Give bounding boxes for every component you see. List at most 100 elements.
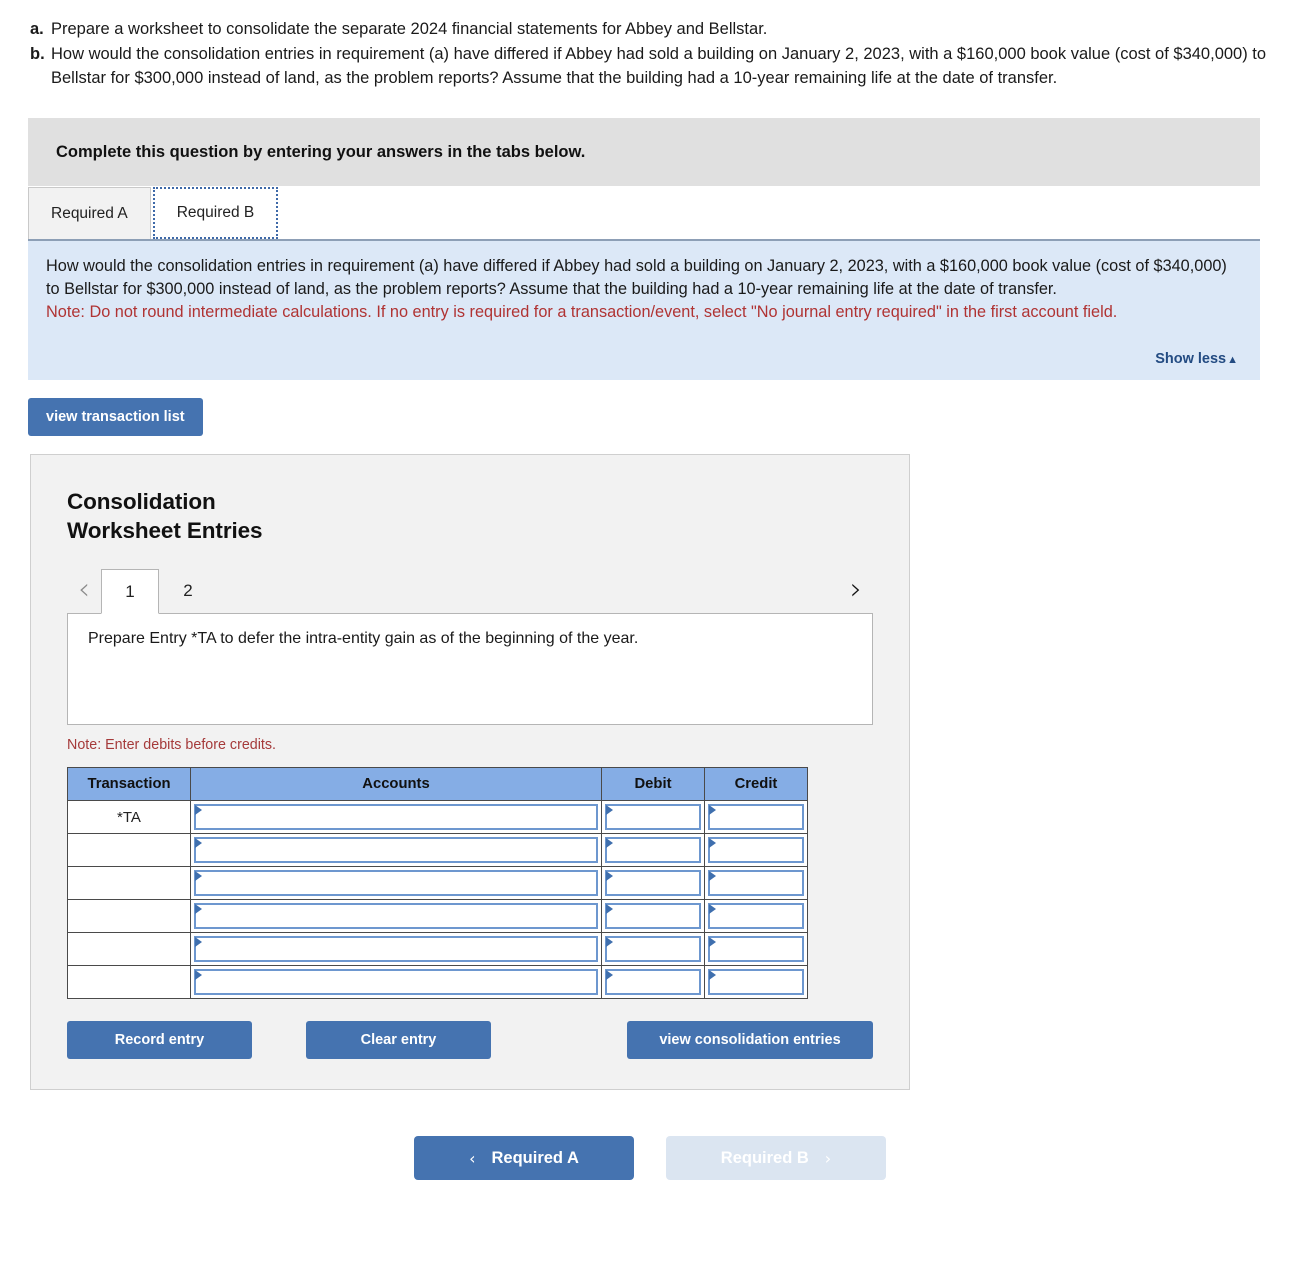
- tab-required-a-label: Required A: [51, 204, 128, 222]
- nav-previous-required-a-button[interactable]: ‹ Required A: [414, 1136, 634, 1181]
- nav-previous-label: Required A: [491, 1148, 579, 1167]
- cell-credit: [704, 899, 808, 934]
- debit-input-field[interactable]: [605, 969, 701, 996]
- bottom-navigation: ‹ Required A Required B ›: [0, 1136, 1300, 1181]
- cell-transaction: [67, 833, 191, 868]
- accounts-select-field[interactable]: [194, 870, 598, 897]
- tab-required-a[interactable]: Required A: [28, 187, 151, 240]
- required-tabstrip: Required A Required B: [28, 186, 1260, 240]
- table-row: [67, 932, 808, 967]
- debits-before-credits-note: Note: Enter debits before credits.: [67, 737, 277, 754]
- chevron-left-icon: ‹: [469, 1148, 476, 1168]
- nav-next-label: Required B: [720, 1148, 809, 1167]
- cell-credit: [704, 833, 808, 868]
- entry-page-tab-1-label: 1: [125, 581, 135, 601]
- stem-item-b: b. How would the consolidation entries i…: [30, 43, 1270, 90]
- credit-input-field[interactable]: [708, 936, 804, 963]
- cell-credit: [704, 800, 808, 835]
- cell-debit: [601, 965, 705, 1000]
- entry-pager: ‹ 1 2 ›: [67, 567, 873, 615]
- accounts-select-field[interactable]: [194, 969, 598, 996]
- cell-accounts: [190, 899, 602, 934]
- worksheet-title: Consolidation Worksheet Entries: [67, 487, 873, 546]
- worksheet-title-line1: Consolidation: [67, 488, 216, 514]
- accounts-select-field[interactable]: [194, 903, 598, 930]
- entry-description-text: Prepare Entry *TA to defer the intra-ent…: [88, 630, 639, 648]
- requirement-note-text: Note: Do not round intermediate calculat…: [46, 303, 1118, 322]
- debit-input-field[interactable]: [605, 936, 701, 963]
- column-header-debit: Debit: [601, 767, 705, 802]
- cell-accounts: [190, 965, 602, 1000]
- accounts-select-field[interactable]: [194, 804, 598, 831]
- debit-input-field[interactable]: [605, 903, 701, 930]
- view-consolidation-entries-button[interactable]: view consolidation entries: [627, 1021, 873, 1060]
- credit-input-field[interactable]: [708, 837, 804, 864]
- entry-action-buttons: Record entry Clear entry view consolidat…: [67, 1021, 873, 1060]
- accounts-select-field[interactable]: [194, 837, 598, 864]
- question-stem: a. Prepare a worksheet to consolidate th…: [0, 0, 1300, 90]
- credit-input-field[interactable]: [708, 870, 804, 897]
- view-transaction-list-button[interactable]: view transaction list: [28, 397, 203, 436]
- cell-accounts: [190, 932, 602, 967]
- cell-credit: [704, 866, 808, 901]
- record-entry-button[interactable]: Record entry: [67, 1021, 252, 1060]
- instruction-banner-text: Complete this question by entering your …: [56, 142, 586, 161]
- caret-up-icon: ▲: [1227, 353, 1238, 366]
- nav-next-required-b-button: Required B ›: [666, 1136, 886, 1181]
- cell-accounts: [190, 866, 602, 901]
- tab-required-b-label: Required B: [176, 204, 255, 222]
- journal-entry-table: Transaction Accounts Debit Credit *TA: [67, 767, 808, 1000]
- debit-input-field[interactable]: [605, 804, 701, 831]
- stem-letter-b: b.: [30, 45, 45, 64]
- cell-accounts: [190, 833, 602, 868]
- table-row: [67, 833, 808, 868]
- chevron-right-icon[interactable]: ›: [839, 575, 873, 613]
- tab-required-b[interactable]: Required B: [152, 187, 279, 240]
- entry-page-tab-1[interactable]: 1: [101, 569, 159, 615]
- credit-input-field[interactable]: [708, 804, 804, 831]
- column-header-accounts: Accounts: [190, 767, 602, 802]
- entry-page-tab-2-label: 2: [183, 580, 193, 600]
- column-header-transaction: Transaction: [67, 767, 191, 802]
- debit-input-field[interactable]: [605, 870, 701, 897]
- cell-debit: [601, 899, 705, 934]
- journal-header-row: Transaction Accounts Debit Credit: [67, 767, 808, 802]
- instruction-banner: Complete this question by entering your …: [28, 118, 1260, 187]
- stem-text-a: Prepare a worksheet to consolidate the s…: [51, 20, 768, 38]
- stem-letter-a: a.: [30, 20, 44, 38]
- chevron-right-icon: ›: [824, 1148, 832, 1168]
- cell-transaction: [67, 899, 191, 934]
- cell-transaction: [67, 932, 191, 967]
- cell-credit: [704, 965, 808, 1000]
- cell-debit: [601, 932, 705, 967]
- stem-item-a: a. Prepare a worksheet to consolidate th…: [30, 18, 1270, 41]
- worksheet-title-line2: Worksheet Entries: [67, 517, 263, 543]
- entry-page-tab-2[interactable]: 2: [159, 568, 217, 613]
- show-less-row: Show less▲: [46, 350, 1242, 368]
- credit-input-field[interactable]: [708, 903, 804, 930]
- cell-debit: [601, 833, 705, 868]
- clear-entry-button[interactable]: Clear entry: [306, 1021, 491, 1060]
- cell-accounts: [190, 800, 602, 835]
- cell-transaction: *TA: [67, 800, 191, 835]
- debit-input-field[interactable]: [605, 837, 701, 864]
- cell-debit: [601, 866, 705, 901]
- requirement-info-panel: How would the consolidation entries in r…: [28, 239, 1260, 380]
- accounts-select-field[interactable]: [194, 936, 598, 963]
- consolidation-worksheet-panel: Consolidation Worksheet Entries ‹ 1 2 › …: [30, 453, 910, 1091]
- chevron-left-icon[interactable]: ‹: [67, 575, 101, 613]
- requirement-question-text: How would the consolidation entries in r…: [46, 257, 1227, 298]
- table-row: [67, 965, 808, 1000]
- show-less-link[interactable]: Show less▲: [1155, 351, 1238, 367]
- table-row: [67, 866, 808, 901]
- table-row: [67, 899, 808, 934]
- cell-credit: [704, 932, 808, 967]
- column-header-credit: Credit: [704, 767, 808, 802]
- cell-debit: [601, 800, 705, 835]
- cell-transaction: [67, 866, 191, 901]
- show-less-label: Show less: [1155, 350, 1227, 367]
- entry-description-box: Prepare Entry *TA to defer the intra-ent…: [67, 613, 873, 726]
- credit-input-field[interactable]: [708, 969, 804, 996]
- table-row: *TA: [67, 800, 808, 835]
- stem-text-b: How would the consolidation entries in r…: [51, 45, 1267, 87]
